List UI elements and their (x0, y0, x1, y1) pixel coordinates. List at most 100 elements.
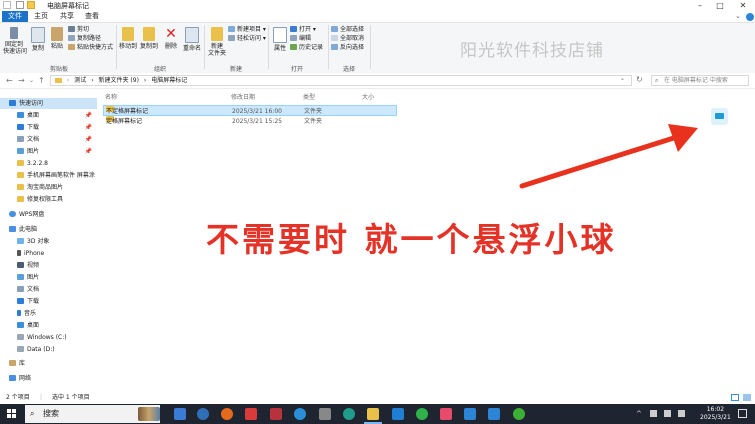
search-input[interactable]: ⌕ 在 电脑屏幕标记 中搜索 (651, 75, 749, 86)
nav-item-pictures[interactable]: 图片 📌 (0, 146, 97, 157)
ribbon-tabs: 文件 主页 共享 查看 ⌄ (0, 11, 755, 22)
nav-this-pc[interactable]: 此电脑 (0, 224, 97, 235)
nav-pc-documents[interactable]: 文档 (0, 284, 97, 295)
nav-item-folder[interactable]: 3.2.2.8 (0, 158, 97, 169)
rename-icon (185, 27, 199, 43)
floating-ball-button[interactable] (711, 108, 728, 125)
folder-quick-icon[interactable] (27, 1, 35, 9)
move-to-button[interactable]: 移动到 (119, 27, 137, 50)
nav-library[interactable]: 库 (0, 358, 97, 369)
nav-pc-drive-c[interactable]: Windows (C:) (0, 332, 97, 343)
nav-network[interactable]: 网络 (0, 373, 97, 384)
pin-quick-access-button[interactable]: 固定到 快速访问 (3, 27, 27, 55)
delete-button[interactable]: ✕ 删除 (163, 27, 179, 50)
app-icon[interactable] (416, 408, 428, 420)
network-tray-icon[interactable] (664, 410, 671, 417)
edge-icon[interactable] (343, 408, 355, 420)
nav-wps-drive[interactable]: WPS网盘 (0, 209, 97, 220)
properties-button[interactable]: 属性 (271, 27, 289, 52)
app-icon[interactable] (488, 408, 500, 420)
details-view-icon[interactable] (731, 394, 739, 401)
nav-quick-access[interactable]: 快速访问 (0, 98, 97, 109)
minimize-button[interactable]: – (690, 0, 710, 11)
properties-quick-icon[interactable] (16, 1, 24, 9)
nav-pc-3d-objects[interactable]: 3D 对象 (0, 236, 97, 247)
select-all-button[interactable]: 全部选择 (331, 26, 364, 34)
history-button[interactable]: 历史记录 (290, 44, 323, 52)
nav-item-desktop[interactable]: 桌面 📌 (0, 110, 97, 121)
copy-to-button[interactable]: 复制到 (139, 27, 159, 50)
rename-button[interactable]: 重命名 (181, 27, 203, 52)
select-none-button[interactable]: 全部取消 (331, 35, 364, 43)
firefox-icon[interactable] (221, 408, 233, 420)
tray-chevron-icon[interactable]: ^ (636, 410, 642, 418)
address-dropdown-icon[interactable]: ⌄ (620, 75, 625, 82)
table-row[interactable]: 定格屏幕标记 2025/3/21 15:25 文件夹 (103, 116, 397, 127)
easy-access-button[interactable]: 轻松访问 ▾ (228, 35, 266, 43)
open-button[interactable]: 打开 ▾ (290, 26, 316, 34)
notification-icon[interactable] (738, 409, 747, 418)
tab-share[interactable]: 共享 (54, 11, 80, 22)
edit-button[interactable]: 编辑 (290, 35, 311, 43)
new-item-button[interactable]: 新建项目 ▾ (228, 26, 266, 34)
nav-pc-music[interactable]: 音乐 (0, 308, 97, 319)
address-bar[interactable]: › 测试 › 新建文件夹 (9) › 电脑屏幕标记 (50, 75, 632, 86)
close-button[interactable]: ✕ (733, 0, 753, 11)
refresh-icon[interactable]: ↻ (636, 75, 643, 84)
maximize-button[interactable]: □ (710, 0, 730, 11)
wechat-icon[interactable] (513, 408, 525, 420)
nav-pc-iphone[interactable]: iPhone (0, 248, 97, 259)
back-arrow-icon[interactable]: ← (6, 76, 13, 85)
copy-icon (31, 27, 45, 43)
task-view-icon[interactable] (174, 408, 186, 420)
help-icon[interactable] (746, 13, 754, 21)
app-icon[interactable] (319, 408, 331, 420)
column-header-modified[interactable]: 修改日期 (231, 92, 255, 101)
app-icon[interactable] (245, 408, 257, 420)
invert-selection-button[interactable]: 反向选择 (331, 44, 364, 52)
new-folder-button[interactable]: 新建 文件夹 (206, 27, 228, 57)
table-row[interactable]: 不定格屏幕标记 2025/3/21 16:00 文件夹 (103, 105, 397, 116)
clock[interactable]: 16:02 2025/3/21 (700, 406, 731, 422)
pin-icon: 📌 (84, 148, 92, 155)
column-header-size[interactable]: 大小 (362, 92, 374, 101)
tab-file[interactable]: 文件 (2, 11, 28, 22)
tray-icon[interactable] (650, 410, 657, 417)
tab-home[interactable]: 主页 (28, 11, 54, 22)
app-icon[interactable] (197, 408, 209, 420)
nav-item-downloads[interactable]: 下载 📌 (0, 122, 97, 133)
forward-arrow-icon[interactable]: → (18, 76, 25, 85)
column-header-type[interactable]: 类型 (303, 92, 315, 101)
nav-pc-videos[interactable]: 视频 (0, 260, 97, 271)
nav-pc-desktop[interactable]: 桌面 (0, 320, 97, 331)
column-header-name[interactable]: 名称 (105, 92, 117, 101)
copy-button[interactable]: 复制 (30, 27, 46, 52)
app-icon[interactable] (270, 408, 282, 420)
paste-button[interactable]: 粘贴 (49, 27, 65, 50)
windows-start-icon[interactable] (7, 409, 17, 419)
tab-view[interactable]: 查看 (79, 11, 105, 22)
tiles-view-icon[interactable] (743, 394, 751, 401)
app-icon[interactable] (464, 408, 476, 420)
app-icon[interactable] (392, 408, 404, 420)
up-arrow-icon[interactable]: ↑ (38, 76, 45, 85)
recent-chevron-icon[interactable]: ⌄ (29, 77, 34, 84)
paste-shortcut-button[interactable]: 粘贴快捷方式 (68, 44, 113, 52)
nav-item-folder[interactable]: 淘宝商品图片 (0, 182, 97, 193)
nav-item-documents[interactable]: 文档 📌 (0, 134, 97, 145)
nav-pc-drive-d[interactable]: Data (D:) (0, 344, 97, 355)
copy-path-button[interactable]: 复制路径 (68, 35, 101, 43)
nav-item-folder[interactable]: 手机屏幕画笔软件 屏幕涂 (0, 170, 97, 181)
volume-tray-icon[interactable] (678, 410, 685, 417)
breadcrumb-item[interactable]: 电脑屏幕标记 (151, 77, 187, 84)
app-icon[interactable] (294, 408, 306, 420)
expand-ribbon-icon[interactable]: ⌄ (735, 12, 741, 20)
nav-pc-downloads[interactable]: 下载 (0, 296, 97, 307)
cut-button[interactable]: 剪切 (68, 26, 89, 34)
app-icon[interactable] (440, 408, 452, 420)
nav-item-folder[interactable]: 修复权限工具 (0, 194, 97, 205)
breadcrumb-item[interactable]: 测试 (74, 77, 86, 84)
file-explorer-icon[interactable] (367, 408, 379, 420)
nav-pc-pictures[interactable]: 图片 (0, 272, 97, 283)
breadcrumb-item[interactable]: 新建文件夹 (9) (99, 77, 139, 84)
